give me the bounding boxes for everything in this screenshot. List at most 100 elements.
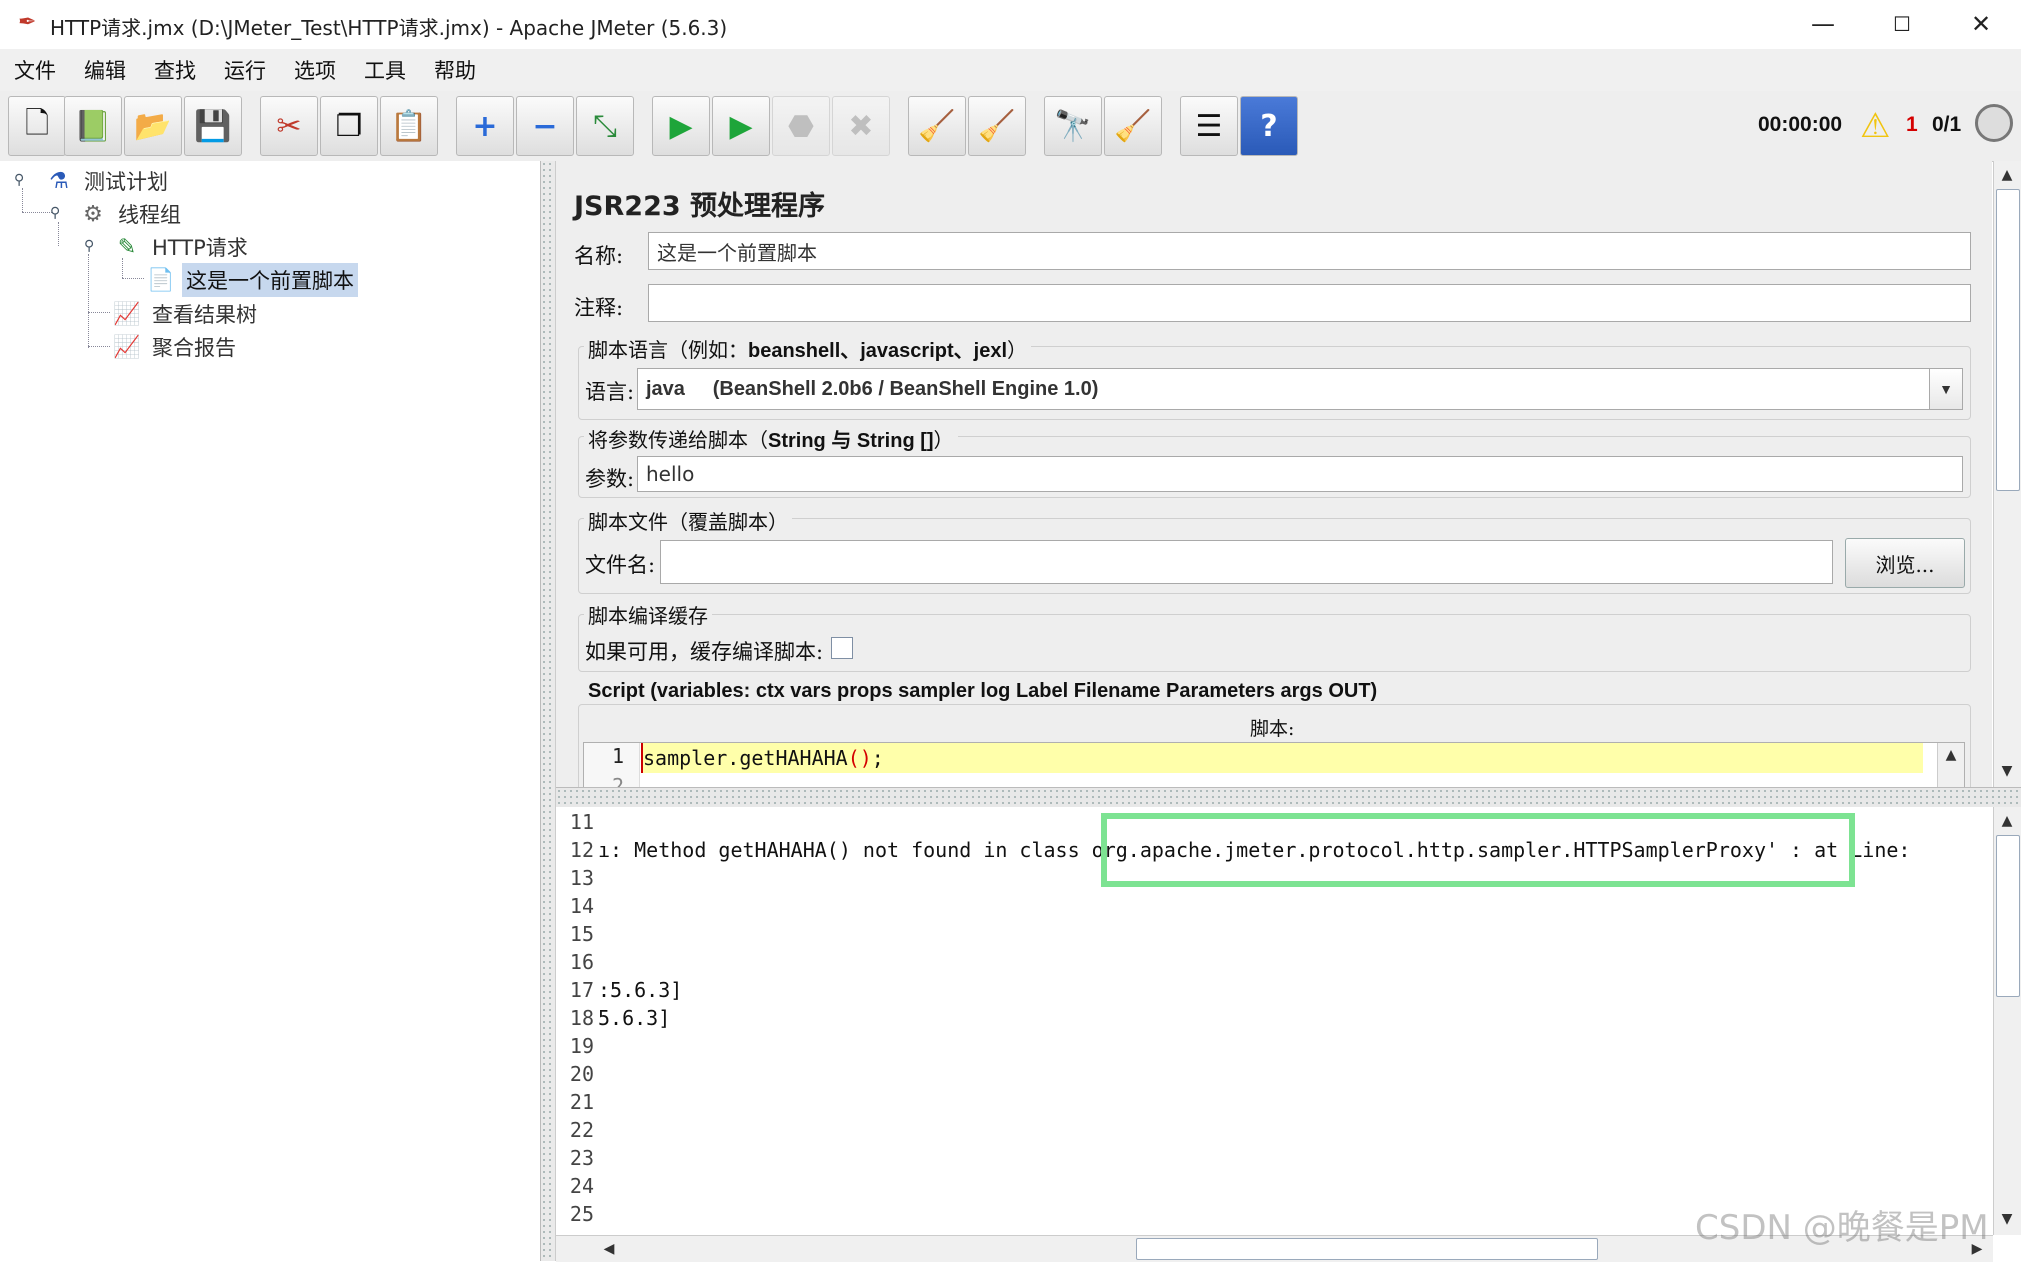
templates-button[interactable]: 📗 xyxy=(64,96,122,156)
copy-button[interactable]: ❐ xyxy=(320,96,378,156)
scroll-thumb[interactable] xyxy=(1996,835,2020,997)
parameters-title-types: String 与 String [] xyxy=(768,430,934,452)
error-highlight-box xyxy=(1101,813,1855,887)
paste-button[interactable]: 📋 xyxy=(380,96,438,156)
log-line-number: 23 xyxy=(569,1146,594,1170)
scroll-up-icon[interactable]: ▲ xyxy=(1938,743,1964,767)
browse-button[interactable]: 浏览... xyxy=(1845,538,1965,588)
maximize-button[interactable]: ☐ xyxy=(1862,4,1942,44)
flask-icon: ⚗ xyxy=(49,168,69,194)
log-line-number: 16 xyxy=(569,950,594,974)
tree-node-test-plan[interactable]: ⚗ 测试计划 xyxy=(44,164,172,198)
script-file-title: 脚本文件（覆盖脚本） xyxy=(584,506,792,535)
menu-file[interactable]: 文件 xyxy=(0,55,70,85)
editor-current-line[interactable]: sampler.getHAHAHA(); xyxy=(641,743,1923,773)
script-editor[interactable]: 1 2 sampler.getHAHAHA(); ▲ xyxy=(583,742,1965,789)
toolbar: 🗋 📗 📂 💾 ✂ ❐ 📋 + − ⤡ ▶ ▶ ⬣ ✖ 🧹 🧹 🔭 🧹 ☰ ? xyxy=(0,91,2021,162)
compile-cache-title: 脚本编译缓存 xyxy=(584,600,712,629)
log-line-number: 13 xyxy=(569,866,594,890)
open-icon: 📂 xyxy=(134,108,172,144)
close-button[interactable]: ✕ xyxy=(1941,4,2021,44)
comment-label: 注释: xyxy=(574,296,624,320)
menu-run[interactable]: 运行 xyxy=(210,55,280,85)
script-language-title: 脚本语言（例如：beanshell、javascript、jexl） xyxy=(584,334,1032,363)
parameters-label: 参数: xyxy=(585,467,635,491)
scroll-down-icon[interactable]: ▼ xyxy=(1994,759,2020,783)
scroll-thumb[interactable] xyxy=(1136,1238,1598,1260)
log-line-number: 11 xyxy=(569,810,594,834)
shutdown-icon: ✖ xyxy=(848,108,874,144)
toggle-button[interactable]: ⤡ xyxy=(576,96,634,156)
collapse-icon: − xyxy=(532,108,558,144)
log-vertical-scrollbar[interactable]: ▲ ▼ xyxy=(1993,807,2021,1235)
stop-button[interactable]: ⬣ xyxy=(772,96,830,156)
tree-toggle-icon[interactable]: ⚲ xyxy=(50,205,60,221)
minimize-button[interactable]: — xyxy=(1783,4,1863,44)
test-plan-tree xyxy=(0,161,541,1261)
stop-icon: ⬣ xyxy=(787,108,815,144)
tree-node-thread-group[interactable]: ⚙ 线程组 xyxy=(78,197,185,231)
log-splitter[interactable] xyxy=(556,787,2021,809)
log-line: 13 xyxy=(556,864,598,892)
log-line-number: 24 xyxy=(569,1174,594,1198)
scroll-left-icon[interactable]: ◀ xyxy=(596,1237,622,1261)
log-line: 15 xyxy=(556,920,598,948)
cache-checkbox[interactable] xyxy=(831,637,853,659)
scroll-up-icon[interactable]: ▲ xyxy=(1994,809,2020,833)
expand-all-button[interactable]: + xyxy=(456,96,514,156)
script-language-title-post: ） xyxy=(1007,338,1028,362)
tree-node-pre-script[interactable]: 📄 这是一个前置脚本 xyxy=(146,263,358,297)
menu-search[interactable]: 查找 xyxy=(140,55,210,85)
script-language-title-pre: 脚本语言（例如： xyxy=(588,338,748,362)
start-no-pause-button[interactable]: ▶ xyxy=(712,96,770,156)
shutdown-button[interactable]: ✖ xyxy=(832,96,890,156)
menu-options[interactable]: 选项 xyxy=(280,55,350,85)
collapse-all-button[interactable]: − xyxy=(516,96,574,156)
clear-button[interactable]: 🧹 xyxy=(908,96,966,156)
help-button[interactable]: ? xyxy=(1240,96,1298,156)
new-button[interactable]: 🗋 xyxy=(8,96,66,156)
function-helper-button[interactable]: ☰ xyxy=(1180,96,1238,156)
menu-tools[interactable]: 工具 xyxy=(350,55,420,85)
parameters-input[interactable]: hello xyxy=(637,456,1963,492)
editor-scrollbar[interactable]: ▲ xyxy=(1937,743,1964,788)
new-icon: 🗋 xyxy=(24,105,50,141)
log-line-number: 21 xyxy=(569,1090,594,1114)
name-label: 名称: xyxy=(574,244,624,268)
menu-edit[interactable]: 编辑 xyxy=(70,55,140,85)
tree-node-view-results-tree[interactable]: 📈 查看结果树 xyxy=(112,297,261,331)
scroll-down-icon[interactable]: ▼ xyxy=(1994,1207,2020,1231)
tree-toggle-icon[interactable]: ⚲ xyxy=(84,238,94,254)
save-icon: 💾 xyxy=(194,108,232,144)
help-icon: ? xyxy=(1260,108,1278,144)
scroll-up-icon[interactable]: ▲ xyxy=(1994,163,2020,187)
open-button[interactable]: 📂 xyxy=(124,96,182,156)
parameters-title-pre: 将参数传递给脚本（ xyxy=(588,428,768,452)
scroll-thumb[interactable] xyxy=(1996,189,2020,491)
parameters-title: 将参数传递给脚本（String 与 String []） xyxy=(584,424,958,453)
chevron-down-icon[interactable]: ▼ xyxy=(1929,369,1962,409)
log-line-number: 12 xyxy=(569,838,594,862)
clear-all-button[interactable]: 🧹 xyxy=(968,96,1026,156)
log-line: 25 xyxy=(556,1200,598,1228)
reset-search-button[interactable]: 🧹 xyxy=(1104,96,1162,156)
log-line: 20 xyxy=(556,1060,598,1088)
active-threads: 0/1 xyxy=(1932,113,1962,136)
tree-node-http-request[interactable]: ✎ HTTP请求 xyxy=(112,230,252,264)
log-line-number: 22 xyxy=(569,1118,594,1142)
tree-node-aggregate-report[interactable]: 📈 聚合报告 xyxy=(112,330,240,364)
form-scrollbar[interactable]: ▲ ▼ xyxy=(1993,161,2021,787)
language-select[interactable]: java (BeanShell 2.0b6 / BeanShell Engine… xyxy=(637,368,1963,410)
cut-button[interactable]: ✂ xyxy=(260,96,318,156)
search-button[interactable]: 🔭 xyxy=(1044,96,1102,156)
start-button[interactable]: ▶ xyxy=(652,96,710,156)
name-input[interactable]: 这是一个前置脚本 xyxy=(648,232,1971,270)
warning-icon[interactable]: ⚠ xyxy=(1860,106,1890,146)
comment-input[interactable] xyxy=(648,284,1971,322)
save-button[interactable]: 💾 xyxy=(184,96,242,156)
filename-input[interactable] xyxy=(660,540,1833,584)
tree-toggle-icon[interactable]: ⚲ xyxy=(14,172,24,188)
panel-splitter[interactable] xyxy=(541,161,556,1261)
cut-icon: ✂ xyxy=(276,108,302,144)
menu-help[interactable]: 帮助 xyxy=(420,55,490,85)
